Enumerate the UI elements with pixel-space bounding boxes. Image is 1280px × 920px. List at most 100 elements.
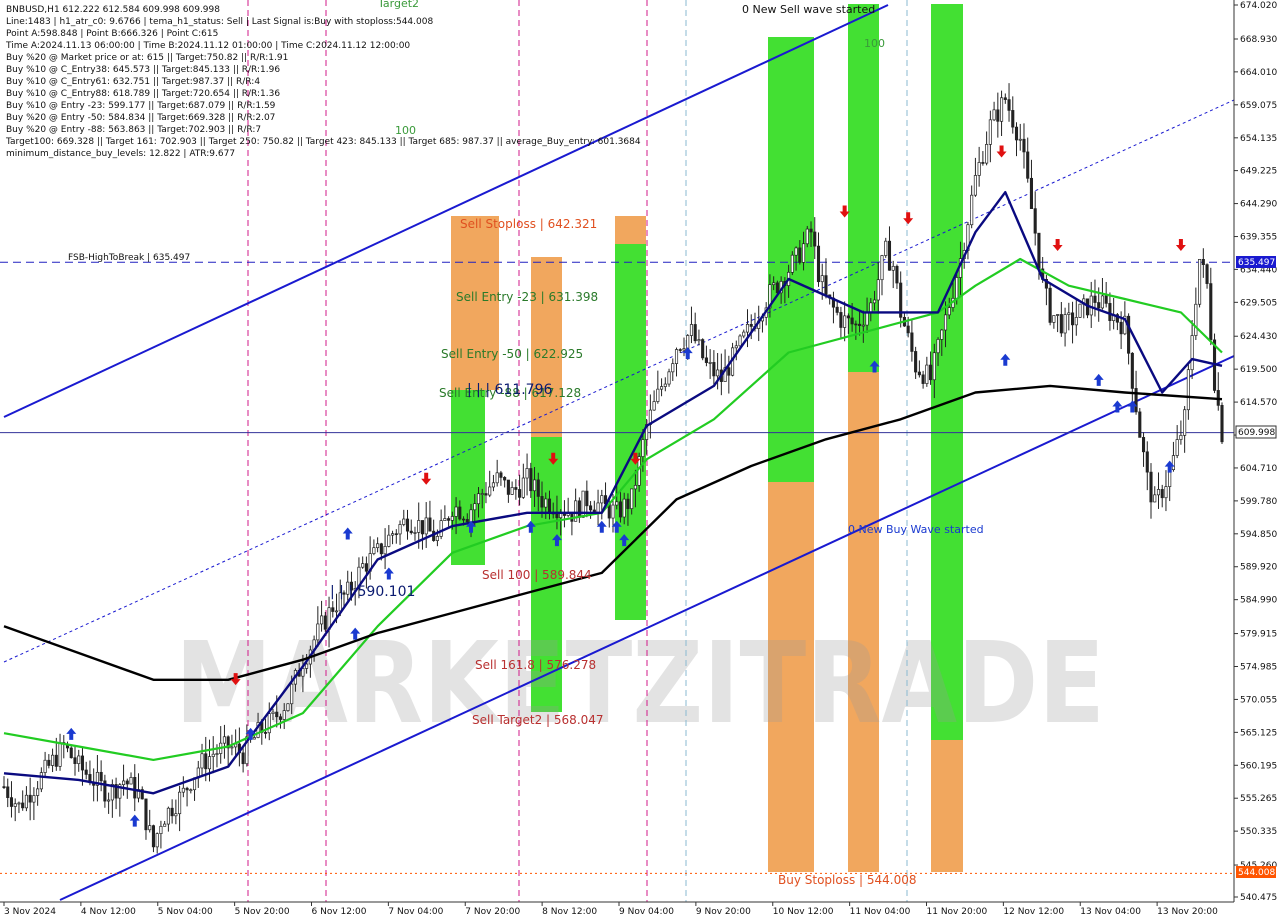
candle-body (1153, 494, 1157, 503)
candle-body (495, 472, 499, 484)
annotation-buy-stoploss: Buy Stoploss | 544.008 (778, 873, 917, 887)
candle-body (1029, 177, 1034, 209)
candle-body (872, 299, 877, 304)
candle-body (73, 757, 77, 764)
sell-arrow-icon (1052, 238, 1063, 251)
annotation-target2: Target2 (377, 0, 419, 10)
candle-body (282, 710, 286, 720)
candle-body (932, 352, 936, 381)
y-tick-label: 570.055 (1240, 695, 1277, 705)
candle-body (323, 615, 327, 630)
candle-body (391, 533, 395, 536)
y-tick-label: 629.505 (1240, 298, 1277, 308)
candle-body (887, 240, 892, 271)
candle-body (1063, 314, 1067, 334)
annotation-sell-entry-23: Sell Entry -23 | 631.398 (456, 290, 598, 304)
x-tick-label: 9 Nov 04:00 (619, 907, 674, 917)
price-chart[interactable]: MARKETZITRADE Sell Stoploss | 642.321 Se… (0, 0, 1280, 920)
candle-body (252, 737, 256, 740)
candle-body (99, 771, 103, 782)
candle-body (1033, 208, 1037, 234)
candle-body (850, 317, 854, 325)
candle-body (9, 797, 14, 807)
candle-body (13, 803, 17, 807)
candle-body (775, 282, 779, 294)
candle-body (484, 493, 488, 496)
candle-body (21, 802, 25, 809)
x-tick-label: 8 Nov 12:00 (542, 907, 597, 917)
x-tick-label: 10 Nov 12:00 (773, 907, 834, 917)
candle-body (462, 518, 466, 521)
zone-orange-zone (615, 216, 646, 244)
candle-body (641, 439, 645, 457)
candle-body (372, 547, 376, 554)
candle-body (671, 363, 675, 373)
buy-arrow-icon (383, 567, 394, 580)
candle-body (891, 265, 895, 271)
candle-body (809, 228, 813, 233)
candle-body (689, 324, 694, 336)
candle-body (532, 479, 537, 492)
candle-body (80, 755, 85, 771)
candle-body (1175, 439, 1179, 456)
y-tick-label: 579.915 (1240, 630, 1277, 640)
candle-body (861, 324, 865, 327)
candle-body (1194, 303, 1198, 336)
candle-body (361, 563, 365, 568)
candle-body (144, 798, 148, 831)
y-tick-label: 555.265 (1240, 794, 1277, 804)
candle-body (230, 746, 234, 749)
candle-body (716, 369, 720, 377)
candle-body (24, 794, 28, 809)
candle-body (1141, 437, 1146, 453)
candle-body (241, 752, 245, 765)
candle-body (51, 754, 55, 766)
candle-body (480, 493, 484, 495)
candle-body (413, 532, 417, 534)
buy-arrow-icon (1000, 353, 1011, 366)
candle-body (633, 485, 637, 490)
candle-body (43, 759, 47, 773)
sell-arrow-icon (996, 145, 1007, 158)
candle-body (973, 175, 977, 196)
candle-body (1018, 138, 1022, 141)
candle-body (697, 339, 701, 342)
candle-body (435, 536, 439, 541)
x-tick-label: 13 Nov 20:00 (1157, 907, 1218, 917)
candle-body (1056, 314, 1060, 316)
candle-body (424, 517, 428, 535)
candle-body (379, 543, 383, 555)
candle-body (996, 109, 1000, 122)
buy-arrow-icon (129, 814, 140, 827)
candle-body (1164, 486, 1168, 499)
y-tick-label: 604.710 (1240, 464, 1277, 474)
candle-body (178, 791, 182, 815)
y-tick-label: 659.075 (1240, 101, 1277, 111)
y-tick-label: 668.930 (1240, 35, 1277, 45)
candle-body (1003, 97, 1007, 100)
candle-body (772, 282, 776, 285)
candle-body (2, 786, 6, 788)
candle-body (151, 825, 155, 848)
candle-body (947, 307, 951, 316)
candle-body (189, 789, 193, 792)
candle-body (985, 144, 989, 164)
x-tick-label: 5 Nov 04:00 (158, 907, 213, 917)
candle-body (536, 479, 540, 497)
candle-body (906, 325, 910, 334)
candle-body (290, 683, 294, 705)
candle-body (473, 503, 477, 511)
candle-body (589, 505, 593, 511)
x-tick-label: 12 Nov 12:00 (1003, 907, 1064, 917)
annotation-new-buy-wave: 0 New Buy Wave started (848, 523, 984, 536)
candle-body (1179, 434, 1183, 440)
candle-body (506, 479, 510, 495)
candle-body (1074, 317, 1078, 326)
candle-body (1100, 295, 1104, 309)
x-tick-label: 4 Nov 12:00 (81, 907, 136, 917)
candle-body (630, 488, 634, 509)
candle-body (159, 825, 163, 835)
candle-body (207, 756, 212, 770)
y-tick-label: 594.850 (1240, 530, 1277, 540)
candle-body (1097, 302, 1101, 309)
